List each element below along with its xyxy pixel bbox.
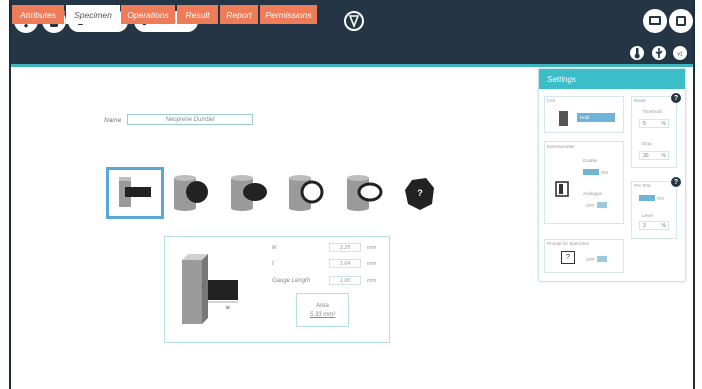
analogue-state: OFF	[586, 203, 595, 208]
load-cell-icon	[559, 111, 568, 126]
t-label: t	[272, 261, 274, 267]
w-label: w	[272, 245, 277, 251]
extensometer-label: Extensometer	[547, 144, 575, 149]
shape-tube-ellipse[interactable]	[343, 172, 389, 214]
drop-unit: %	[661, 152, 666, 159]
enable-label: Enable	[583, 158, 598, 163]
diagram-w-label: w	[226, 305, 230, 311]
specimen-diagram: t w	[182, 254, 238, 324]
threshold-unit: %	[661, 120, 666, 127]
enable-state: ON	[601, 170, 608, 175]
diagram-t-label: t	[202, 284, 204, 290]
gauge-length-input[interactable]: 1.00	[329, 276, 361, 285]
irregular-glyph: ?	[417, 188, 423, 198]
prompt-state: OFF	[586, 257, 595, 262]
pretest-help-icon[interactable]: ?	[671, 177, 681, 187]
break-help-icon[interactable]: ?	[671, 93, 681, 103]
t-input[interactable]: 1.64	[329, 259, 361, 268]
enable-toggle[interactable]	[583, 169, 599, 175]
level-unit: %	[661, 222, 666, 229]
load-cell-label: Cell	[547, 98, 555, 103]
level-input[interactable]: 3 %	[639, 221, 669, 230]
level-label: Level	[642, 213, 653, 218]
settings-title: Settings	[539, 69, 685, 89]
analogue-toggle[interactable]	[597, 202, 607, 208]
extensometer-icon	[555, 181, 569, 197]
area-label: Area	[316, 302, 329, 309]
prompt-question-icon: ?	[561, 251, 575, 264]
level-value: 3	[643, 222, 646, 229]
gauge-length-unit: mm	[367, 278, 377, 284]
threshold-input[interactable]: 5 %	[639, 119, 669, 128]
shape-cylinder-full[interactable]	[170, 172, 216, 214]
area-display: Area 5.33 mm²	[296, 293, 349, 327]
pretest-label: Pre Test	[634, 183, 651, 188]
name-label: Name	[104, 117, 122, 124]
pretest-toggle[interactable]	[639, 195, 655, 201]
rectangular-specimen-icon	[119, 177, 151, 207]
w-unit: mm	[367, 245, 377, 251]
drop-value: 30	[643, 152, 649, 159]
shape-rectangular-selected[interactable]	[106, 167, 164, 219]
pretest-state: ON	[657, 196, 664, 201]
t-unit: mm	[367, 261, 377, 267]
prompt-toggle[interactable]	[597, 256, 607, 262]
drop-input[interactable]: 30 %	[639, 151, 669, 160]
specimen-name-input[interactable]: Neoprene Dumbel	[127, 114, 253, 125]
prompt-label: Prompt for Specimen	[547, 241, 590, 246]
threshold-label: Threshold	[642, 109, 663, 114]
specimen-diagram-graphic	[182, 254, 238, 324]
gauge-length-label: Gauge Length	[272, 278, 311, 284]
shape-tube-round[interactable]	[285, 172, 331, 214]
drop-label: Drop	[642, 141, 652, 146]
analogue-label: Analogue	[583, 191, 603, 196]
shape-cylinder-ellipse[interactable]	[227, 172, 273, 214]
load-cell-select[interactable]: Hold	[577, 113, 615, 122]
break-label: Break	[634, 98, 646, 103]
settings-panel: Settings Cell Hold Extensometer Enable O…	[538, 68, 686, 282]
threshold-value: 5	[643, 120, 646, 127]
w-input[interactable]: 3.25	[329, 243, 361, 252]
shape-irregular[interactable]: ?	[402, 176, 438, 212]
area-value: 5.33 mm²	[309, 311, 336, 318]
pretest-box	[631, 181, 677, 239]
